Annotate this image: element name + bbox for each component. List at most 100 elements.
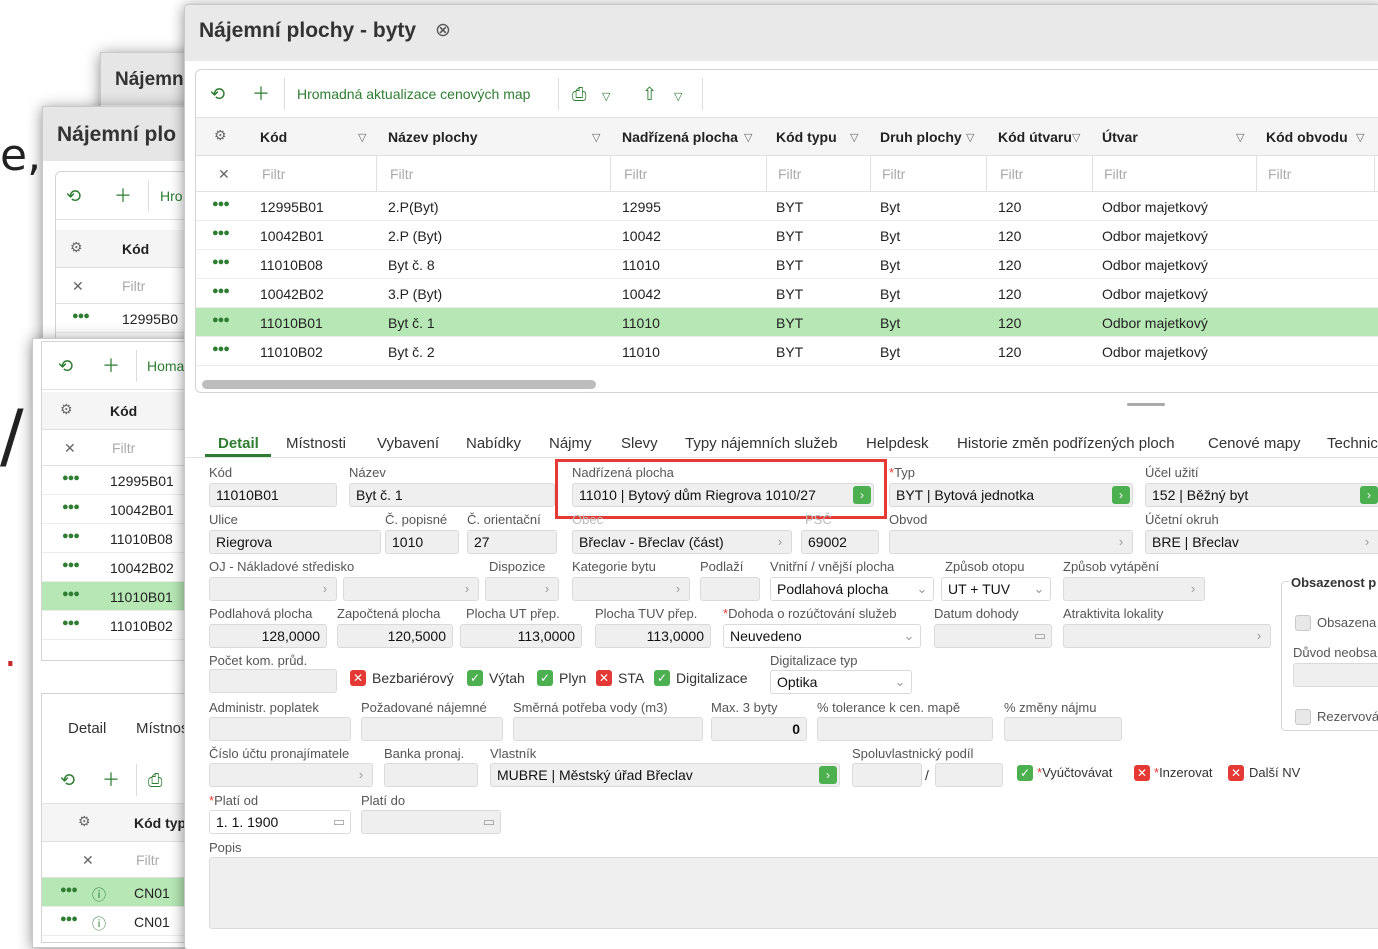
chevron-right-icon[interactable]: ›	[1356, 531, 1378, 553]
add-icon[interactable]: ＋	[102, 356, 120, 376]
info-icon[interactable]: ⓘ	[92, 885, 106, 905]
tab-detail[interactable]: Detail	[68, 720, 106, 737]
podil-field-1[interactable]	[852, 763, 922, 787]
column-header-kod-typu[interactable]: Kód typu	[776, 129, 837, 145]
plati-od-field[interactable]: 1. 1. 1900 ▭	[209, 810, 351, 834]
export-dropdown-icon[interactable]: ▽	[674, 87, 682, 107]
max3-field[interactable]: 0	[711, 717, 807, 741]
open-chevron-icon[interactable]: ›	[1112, 486, 1130, 504]
row-menu-icon[interactable]: ●●●	[212, 227, 230, 239]
obec-field[interactable]: Břeclav - Břeclav (část) ›	[572, 530, 792, 554]
admin-field[interactable]	[209, 717, 351, 741]
table-row[interactable]: ●●● 11010B02 Byt č. 2 11010 BYT Byt 120 Odbor m…	[196, 337, 1378, 366]
chevron-right-icon[interactable]: ›	[350, 764, 372, 786]
tab-technic[interactable]: Technic	[1327, 435, 1378, 452]
filter-input[interactable]: Filtr	[136, 852, 159, 868]
inzerovat-checkbox[interactable]: ✕	[1134, 765, 1150, 781]
typ-field[interactable]: BYT | Bytová jednotka ›	[889, 483, 1133, 507]
column-settings-icon[interactable]: ⚙	[70, 239, 83, 256]
chevron-right-icon[interactable]: ›	[1182, 578, 1204, 600]
clear-filter-icon[interactable]: ✕	[64, 440, 76, 457]
chevron-down-icon[interactable]: ⌄	[911, 578, 933, 600]
plati-do-field[interactable]: ▭	[361, 810, 501, 834]
pozadovane-field[interactable]	[361, 717, 503, 741]
obvod-field[interactable]: ›	[889, 530, 1133, 554]
banka-field[interactable]	[384, 763, 478, 787]
tab-cenove-mapy[interactable]: Cenové mapy	[1208, 435, 1301, 452]
row-menu-icon[interactable]: ●●●	[212, 256, 230, 268]
column-header-nadrizena[interactable]: Nadřízená plocha	[622, 129, 738, 145]
vyuctovavat-checkbox[interactable]: ✓	[1017, 765, 1033, 781]
ucetni-field[interactable]: BRE | Břeclav ›	[1145, 530, 1378, 554]
vlastnik-field[interactable]: MUBRE | Městský úřad Břeclav ›	[490, 763, 840, 787]
column-header-druh[interactable]: Druh plochy	[880, 129, 962, 145]
tolerance-field[interactable]	[817, 717, 993, 741]
ucel-field[interactable]: 152 | Běžný byt ›	[1145, 483, 1378, 507]
oj-field-2[interactable]: ›	[343, 577, 479, 601]
calendar-icon[interactable]: ▭	[1029, 625, 1051, 647]
refresh-icon[interactable]: ⟲	[58, 356, 73, 376]
column-settings-icon[interactable]: ⚙	[78, 813, 91, 830]
table-row[interactable]: ●●● 11010B01 Byt č. 1 11010 BYT Byt 120 Odbor m…	[196, 308, 1378, 337]
vnitrni-select[interactable]: Podlahová plocha ⌄	[770, 577, 934, 601]
tuv-field[interactable]: 113,0000	[595, 624, 711, 648]
plyn-checkbox[interactable]: ✓	[537, 670, 553, 686]
column-header-kod[interactable]: Kód	[260, 129, 287, 145]
dohoda-select[interactable]: Neuvedeno ⌄	[723, 624, 921, 648]
kategorie-field[interactable]: ›	[572, 577, 690, 601]
column-settings-icon[interactable]: ⚙	[214, 127, 227, 144]
refresh-icon[interactable]: ⟲	[60, 770, 75, 790]
digitalizace-checkbox[interactable]: ✓	[654, 670, 670, 686]
kod-field[interactable]: 11010B01	[209, 483, 337, 507]
horizontal-scrollbar[interactable]	[202, 380, 596, 389]
table-row[interactable]: ●●● 10042B01 2.P (Byt) 10042 BYT Byt 120 Odbor …	[196, 221, 1378, 250]
tab-mistnosti[interactable]: Místnos	[136, 720, 189, 737]
bulk-update-button[interactable]: Hromadná aktualizace cenových map	[297, 86, 530, 102]
ucet-field[interactable]: ›	[209, 763, 373, 787]
clear-filter-icon[interactable]: ✕	[72, 278, 84, 295]
rezervovano-checkbox[interactable]	[1295, 709, 1311, 725]
ut-field[interactable]: 113,0000	[460, 624, 582, 648]
bezbarier-checkbox[interactable]: ✕	[350, 670, 366, 686]
clear-filter-icon[interactable]: ✕	[82, 852, 94, 869]
chevron-right-icon[interactable]: ›	[1248, 625, 1270, 647]
corientacni-field[interactable]: 27	[467, 530, 557, 554]
popis-textarea[interactable]	[209, 857, 1378, 929]
filter-druh[interactable]: Filtr	[882, 166, 905, 182]
filter-icon[interactable]: ▽	[1236, 131, 1244, 144]
open-chevron-icon[interactable]: ›	[1360, 486, 1378, 504]
filter-icon[interactable]: ▽	[744, 131, 752, 144]
tab-vybaveni[interactable]: Vybavení	[377, 435, 439, 452]
chevron-down-icon[interactable]: ⌄	[898, 625, 920, 647]
table-row[interactable]: ●●● 12995B01 2.P(Byt) 12995 BYT Byt 120 Odbor m…	[196, 192, 1378, 221]
column-header-utvar[interactable]: Útvar	[1102, 129, 1138, 145]
tab-historie[interactable]: Historie změn podřízených ploch	[957, 435, 1175, 452]
column-header-kod[interactable]: Kód	[122, 241, 149, 257]
nazev-field[interactable]: Byt č. 1	[349, 483, 555, 507]
filter-icon[interactable]: ▽	[966, 131, 974, 144]
open-chevron-icon[interactable]: ›	[819, 766, 837, 784]
chevron-right-icon[interactable]: ›	[536, 578, 558, 600]
print-icon[interactable]: ⎙	[572, 84, 586, 104]
tab-helpdesk[interactable]: Helpdesk	[866, 435, 929, 452]
sta-checkbox[interactable]: ✕	[596, 670, 612, 686]
tab-detail[interactable]: Detail	[218, 435, 259, 452]
info-icon[interactable]: ⓘ	[92, 914, 106, 934]
filter-icon[interactable]: ▽	[1072, 131, 1080, 144]
ulice-field[interactable]: Riegrova	[209, 530, 381, 554]
splitter-handle[interactable]	[1127, 403, 1165, 406]
print-icon[interactable]: ⎙	[148, 770, 162, 790]
digtyp-select[interactable]: Optika ⌄	[770, 670, 912, 694]
filter-kod-obvodu[interactable]: Filtr	[1268, 166, 1291, 182]
datum-field[interactable]: ▭	[934, 624, 1052, 648]
row-menu-icon[interactable]: ●●●	[72, 310, 90, 322]
row-menu-icon[interactable]: ●●●	[60, 884, 78, 896]
refresh-icon[interactable]: ⟲	[66, 186, 81, 206]
chevron-right-icon[interactable]: ›	[667, 578, 689, 600]
bulk-update-button[interactable]: Homa	[147, 358, 184, 374]
vytapeni-field[interactable]: ›	[1063, 577, 1205, 601]
export-icon[interactable]: ⇧	[642, 84, 657, 104]
chevron-right-icon[interactable]: ›	[1110, 531, 1132, 553]
column-header-kod-utvaru[interactable]: Kód útvaru	[998, 129, 1072, 145]
column-header-kod[interactable]: Kód	[110, 403, 137, 419]
